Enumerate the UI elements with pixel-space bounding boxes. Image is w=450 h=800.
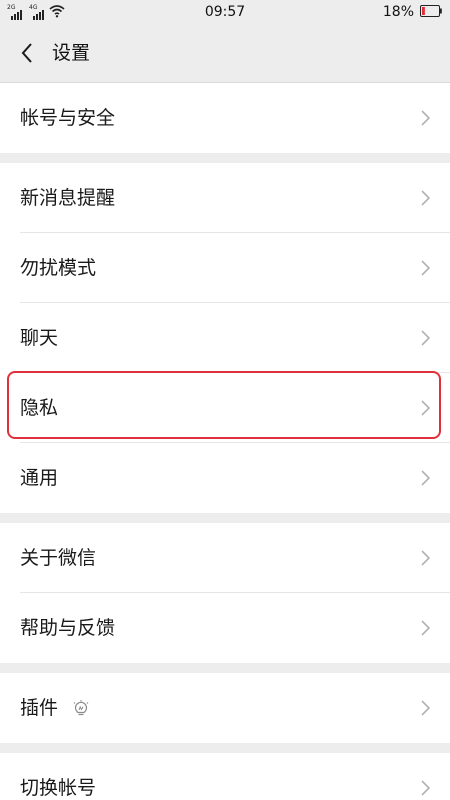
settings-item-do-not-disturb[interactable]: 勿扰模式	[0, 233, 450, 303]
battery-icon	[420, 5, 442, 17]
chevron-right-icon	[421, 550, 430, 566]
settings-item-label: 插件	[20, 697, 59, 719]
settings-item-notifications[interactable]: 新消息提醒	[0, 163, 450, 233]
settings-item-chat[interactable]: 聊天	[0, 303, 450, 373]
title-bar: 设置	[0, 24, 450, 82]
chevron-right-icon	[421, 620, 430, 636]
settings-group-plugins: 插件	[0, 673, 450, 743]
chevron-right-icon	[421, 400, 430, 416]
plugin-bulb-icon	[73, 700, 89, 716]
settings-item-label: 切换帐号	[20, 777, 97, 799]
settings-item-general[interactable]: 通用	[0, 443, 450, 513]
battery-fill	[422, 7, 425, 15]
chevron-right-icon	[421, 190, 430, 206]
settings-group-general: 新消息提醒 勿扰模式 聊天 隐私 通用	[0, 163, 450, 513]
chevron-left-icon	[21, 43, 32, 63]
settings-group-switch-account: 切换帐号	[0, 753, 450, 800]
settings-item-label: 帐号与安全	[20, 107, 116, 129]
settings-screen: 2G 4G 09:57 18% 设置 帐号与安全 新消息提醒 勿扰模式 聊天 隐…	[0, 0, 450, 800]
settings-item-help-feedback[interactable]: 帮助与反馈	[0, 593, 450, 663]
settings-item-plugins[interactable]: 插件	[0, 673, 450, 743]
settings-item-label: 新消息提醒	[20, 187, 116, 209]
settings-group-about: 关于微信 帮助与反馈	[0, 523, 450, 663]
chevron-right-icon	[421, 470, 430, 486]
settings-item-label: 隐私	[20, 397, 59, 419]
settings-item-account-security[interactable]: 帐号与安全	[0, 83, 450, 153]
page-title: 设置	[52, 42, 91, 64]
chevron-right-icon	[421, 260, 430, 276]
chevron-right-icon	[421, 780, 430, 796]
settings-item-label: 勿扰模式	[20, 257, 97, 279]
battery-percentage: 18%	[382, 4, 414, 20]
settings-item-about-wechat[interactable]: 关于微信	[0, 523, 450, 593]
settings-item-label: 聊天	[20, 327, 59, 349]
chevron-right-icon	[421, 700, 430, 716]
settings-item-switch-account[interactable]: 切换帐号	[0, 753, 450, 800]
settings-item-privacy[interactable]: 隐私	[0, 373, 450, 443]
back-button[interactable]	[10, 36, 44, 70]
chevron-right-icon	[421, 330, 430, 346]
settings-item-label: 通用	[20, 467, 59, 489]
chevron-right-icon	[421, 110, 430, 126]
settings-item-label: 关于微信	[20, 547, 97, 569]
settings-item-label: 帮助与反馈	[20, 617, 116, 639]
settings-group-account: 帐号与安全	[0, 83, 450, 153]
status-bar: 2G 4G 09:57 18%	[0, 0, 450, 24]
